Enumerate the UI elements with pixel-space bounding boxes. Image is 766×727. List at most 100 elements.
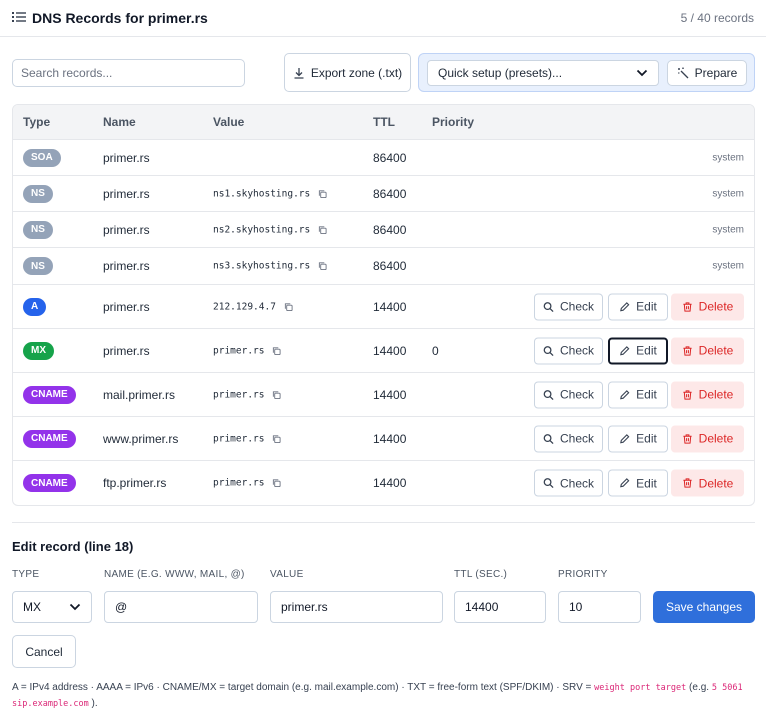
name-input[interactable]: @ — [104, 591, 258, 623]
record-name: primer.rs — [103, 222, 150, 237]
ttl-label: TTL (SEC.) — [454, 569, 508, 580]
record-value: ns2.skyhosting.rs — [213, 224, 327, 235]
delete-button[interactable]: Delete — [671, 381, 744, 408]
record-value-text: ns1.skyhosting.rs — [213, 188, 311, 199]
edit-label: Edit — [636, 343, 657, 358]
delete-label: Delete — [698, 431, 734, 446]
record-ttl: 14400 — [373, 476, 407, 490]
edit-button[interactable]: Edit — [608, 469, 668, 497]
record-value-text: ns2.skyhosting.rs — [213, 224, 311, 235]
record-ttl: 86400 — [373, 150, 407, 165]
check-button[interactable]: Check — [534, 469, 603, 497]
export-zone-button[interactable]: Export zone (.txt) — [284, 53, 411, 92]
pencil-icon — [620, 478, 630, 488]
record-type-badge: SOA — [23, 148, 61, 167]
column-header-name: Name — [103, 115, 136, 129]
value-input[interactable]: primer.rs — [270, 591, 443, 623]
record-ttl: 14400 — [373, 431, 407, 446]
save-changes-button[interactable]: Save changes — [653, 591, 755, 623]
record-type-badge: A — [23, 297, 47, 316]
record-priority: 0 — [432, 343, 439, 358]
search-input[interactable] — [12, 59, 245, 87]
delete-label: Delete — [698, 299, 734, 314]
check-label: Check — [559, 476, 594, 490]
record-type-help: A = IPv4 address · AAAA = IPv6 · CNAME/M… — [12, 680, 757, 712]
delete-button[interactable]: Delete — [671, 337, 744, 364]
help-text: A = IPv4 address · AAAA = IPv6 · CNAME/M… — [12, 682, 595, 693]
copy-icon[interactable] — [272, 346, 282, 355]
priority-label: PRIORITY — [558, 569, 608, 580]
edit-button[interactable]: Edit — [608, 337, 668, 364]
record-ttl: 14400 — [373, 299, 407, 314]
name-input-value: @ — [115, 600, 128, 614]
table-row: NS primer.rs ns1.skyhosting.rs 86400 system — [13, 176, 754, 212]
record-type-badge: CNAME — [23, 474, 76, 492]
check-button[interactable]: Check — [534, 293, 603, 320]
copy-icon[interactable] — [284, 302, 293, 311]
help-text-mid: (e.g. — [686, 682, 712, 693]
record-value: primer.rs — [213, 345, 282, 356]
edit-button[interactable]: Edit — [608, 425, 668, 452]
download-icon — [294, 67, 304, 79]
trash-icon — [683, 433, 692, 444]
record-ttl: 86400 — [373, 186, 407, 201]
copy-icon[interactable] — [318, 189, 327, 198]
type-select[interactable]: MX — [12, 591, 92, 623]
cancel-button[interactable]: Cancel — [12, 635, 76, 668]
copy-icon[interactable] — [272, 479, 282, 488]
edit-label: Edit — [636, 476, 657, 490]
page-title: DNS Records for primer.rs — [32, 10, 208, 26]
table-row: NS primer.rs ns2.skyhosting.rs 86400 system — [13, 212, 754, 248]
delete-label: Delete — [698, 476, 734, 490]
trash-icon — [683, 345, 692, 356]
trash-icon — [683, 389, 692, 400]
table-row: Aprimer.rs 212.129.4.7 14400 Check Edit Delet… — [13, 285, 754, 329]
check-button[interactable]: Check — [534, 425, 603, 452]
record-value: primer.rs — [213, 389, 282, 400]
check-button[interactable]: Check — [534, 381, 603, 408]
record-name: primer.rs — [103, 259, 150, 273]
delete-button[interactable]: Delete — [671, 425, 744, 452]
check-button[interactable]: Check — [534, 337, 603, 364]
delete-button[interactable]: Delete — [671, 469, 744, 497]
copy-icon[interactable] — [272, 390, 282, 399]
table-row: CNAME mail.primer.rs primer.rs 14400 Check Ed… — [13, 373, 754, 417]
ttl-input[interactable]: 14400 — [454, 591, 546, 623]
table-row: MX primer.rs primer.rs 14400 0 Check Edit Delet… — [13, 329, 754, 373]
record-type-badge: NS — [23, 184, 53, 203]
edit-record-title: Edit record (line 18) — [12, 539, 134, 554]
copy-icon[interactable] — [318, 262, 327, 271]
copy-icon[interactable] — [318, 225, 327, 234]
record-value-text: primer.rs — [213, 389, 265, 400]
trash-icon — [683, 301, 692, 312]
value-input-value: primer.rs — [281, 600, 328, 614]
system-label: system — [712, 260, 744, 272]
copy-icon[interactable] — [272, 434, 282, 443]
value-label: VALUE — [270, 569, 304, 580]
edit-label: Edit — [636, 387, 657, 402]
delete-button[interactable]: Delete — [671, 293, 744, 320]
system-label: system — [712, 152, 744, 163]
record-ttl: 14400 — [373, 387, 407, 402]
edit-button[interactable]: Edit — [608, 293, 668, 320]
edit-button[interactable]: Edit — [608, 381, 668, 408]
help-code-srv-format: weight port target — [594, 683, 687, 693]
priority-input[interactable]: 10 — [558, 591, 641, 623]
check-label: Check — [559, 299, 594, 314]
record-value: primer.rs — [213, 478, 282, 489]
search-icon — [543, 389, 554, 400]
record-value-text: primer.rs — [213, 433, 265, 444]
pencil-icon — [620, 345, 630, 355]
record-name: www.primer.rs — [103, 431, 179, 446]
check-label: Check — [559, 387, 594, 402]
prepare-button[interactable]: Prepare — [667, 60, 747, 86]
search-icon — [543, 345, 554, 356]
search-icon — [543, 301, 554, 312]
chevron-down-icon — [636, 69, 648, 77]
record-ttl: 86400 — [373, 259, 407, 273]
search-icon — [543, 478, 554, 489]
system-label: system — [712, 224, 744, 235]
preset-select[interactable]: Quick setup (presets)... — [427, 60, 659, 86]
records-table: Type Name Value TTL Priority SOA primer.r… — [12, 104, 755, 506]
list-icon — [12, 12, 26, 22]
